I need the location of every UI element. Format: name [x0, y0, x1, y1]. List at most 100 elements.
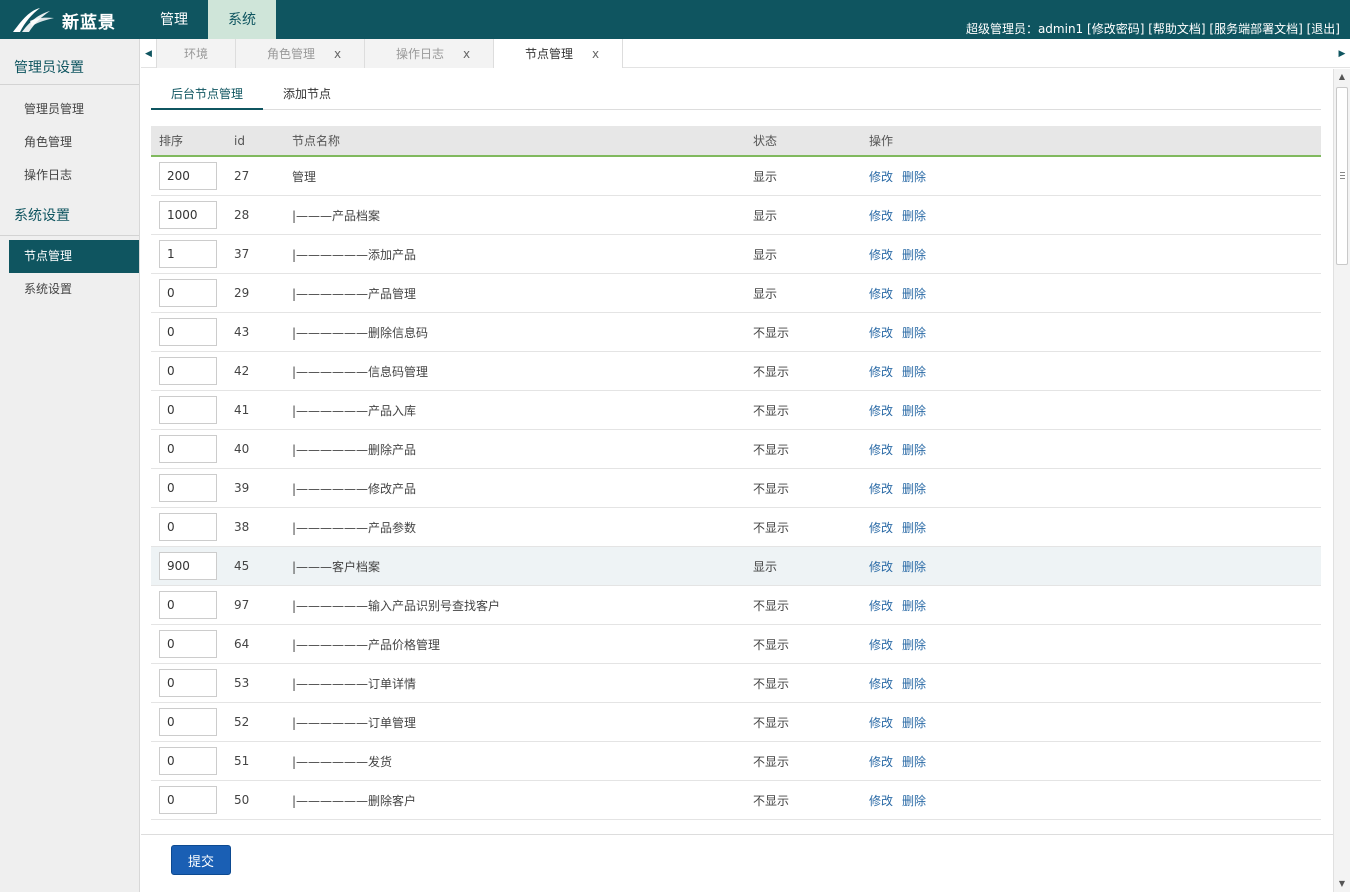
edit-link[interactable]: 修改	[869, 404, 893, 418]
edit-link[interactable]: 修改	[869, 482, 893, 496]
sort-order-input[interactable]	[159, 279, 217, 307]
sidebar-item-system-settings[interactable]: 系统设置	[0, 273, 139, 306]
actions-cell: 修改 删除	[861, 285, 1321, 302]
sort-cell	[151, 513, 226, 541]
sort-order-input[interactable]	[159, 162, 217, 190]
main-content: 后台节点管理 添加节点 排序 id 节点名称 状态 操作 27管理显示修改删除2…	[141, 69, 1333, 834]
sidebar-item-node-manage[interactable]: 节点管理	[9, 240, 139, 273]
delete-link[interactable]: 删除	[902, 599, 926, 613]
topnav-manage[interactable]: 管理	[140, 0, 208, 39]
sidebar-item-admin-manage[interactable]: 管理员管理	[0, 93, 139, 126]
table-row: 50 |——————删除客户 不显示 修改删除	[151, 781, 1321, 820]
sort-order-input[interactable]	[159, 786, 217, 814]
table-row: 40 |——————删除产品 不显示 修改删除	[151, 430, 1321, 469]
delete-link[interactable]: 删除	[902, 638, 926, 652]
delete-link[interactable]: 删除	[902, 482, 926, 496]
sort-order-input[interactable]	[159, 552, 217, 580]
delete-link[interactable]: 删除	[902, 170, 926, 184]
sort-order-input[interactable]	[159, 747, 217, 775]
edit-link[interactable]: 修改	[869, 287, 893, 301]
node-name-cell: |——————产品管理	[292, 286, 417, 301]
sort-cell	[151, 396, 226, 424]
vertical-scrollbar[interactable]: ▲ ▼	[1333, 69, 1350, 892]
edit-link[interactable]: 修改	[869, 677, 893, 691]
logout-link[interactable]: [退出]	[1307, 22, 1340, 36]
change-password-link[interactable]: [修改密码]	[1087, 22, 1144, 36]
sort-order-input[interactable]	[159, 396, 217, 424]
tab-close-icon[interactable]: x	[463, 47, 470, 61]
sort-cell	[151, 747, 226, 775]
delete-link[interactable]: 删除	[902, 365, 926, 379]
help-docs-link[interactable]: [帮助文档]	[1148, 22, 1205, 36]
table-row: 38 |——————产品参数 不显示 修改删除	[151, 508, 1321, 547]
edit-link[interactable]: 修改	[869, 248, 893, 262]
sort-order-input[interactable]	[159, 630, 217, 658]
delete-link[interactable]: 删除	[902, 521, 926, 535]
sidebar-item-operation-log[interactable]: 操作日志	[0, 159, 139, 192]
node-name-cell: |——————产品入库	[292, 403, 417, 418]
tab-node-manage[interactable]: 节点管理 x	[494, 39, 623, 68]
sort-order-input[interactable]	[159, 201, 217, 229]
delete-link[interactable]: 删除	[902, 404, 926, 418]
delete-link[interactable]: 删除	[902, 716, 926, 730]
tab-scroll-right-icon[interactable]: ▶	[1334, 39, 1350, 68]
delete-link[interactable]: 删除	[902, 326, 926, 340]
logo: 新蓝景	[10, 4, 140, 36]
actions-cell: 修改 删除	[861, 207, 1321, 224]
tab-close-icon[interactable]: x	[592, 47, 599, 61]
edit-link[interactable]: 修改	[869, 638, 893, 652]
edit-link[interactable]: 修改	[869, 365, 893, 379]
sort-order-input[interactable]	[159, 669, 217, 697]
scroll-thumb[interactable]	[1336, 87, 1348, 265]
sort-order-input[interactable]	[159, 357, 217, 385]
delete-link[interactable]: 删除	[902, 248, 926, 262]
tab-operation-log[interactable]: 操作日志 x	[365, 39, 494, 68]
sort-order-input[interactable]	[159, 240, 217, 268]
edit-link[interactable]: 修改	[869, 716, 893, 730]
sort-order-input[interactable]	[159, 318, 217, 346]
header-sort: 排序	[159, 134, 184, 148]
scroll-up-icon[interactable]: ▲	[1334, 69, 1350, 85]
sort-order-input[interactable]	[159, 435, 217, 463]
delete-link[interactable]: 删除	[902, 443, 926, 457]
edit-link[interactable]: 修改	[869, 794, 893, 808]
delete-link[interactable]: 删除	[902, 209, 926, 223]
sort-order-input[interactable]	[159, 708, 217, 736]
submit-button[interactable]: 提交	[171, 845, 231, 875]
tab-environment[interactable]: 环境	[157, 39, 236, 68]
sort-cell	[151, 279, 226, 307]
edit-link[interactable]: 修改	[869, 521, 893, 535]
delete-link[interactable]: 删除	[902, 287, 926, 301]
actions-cell: 修改 删除	[861, 597, 1321, 614]
id-cell: 45	[234, 559, 250, 573]
delete-link[interactable]: 删除	[902, 677, 926, 691]
tab-close-icon[interactable]: x	[334, 47, 341, 61]
sidebar-group-system-settings: 系统设置	[0, 196, 139, 236]
sidebar-item-role-manage[interactable]: 角色管理	[0, 126, 139, 159]
actions-cell: 修改 删除	[861, 792, 1321, 809]
tab-scroll-left-icon[interactable]: ◀	[141, 39, 157, 68]
subtab-backend-node-manage[interactable]: 后台节点管理	[151, 81, 264, 110]
edit-link[interactable]: 修改	[869, 209, 893, 223]
edit-link[interactable]: 修改	[869, 326, 893, 340]
scroll-down-icon[interactable]: ▼	[1334, 876, 1350, 892]
edit-link[interactable]: 修改	[869, 599, 893, 613]
delete-link[interactable]: 删除	[902, 560, 926, 574]
table-row: 37 |——————添加产品 显示 修改删除	[151, 235, 1321, 274]
topnav-system[interactable]: 系统	[208, 0, 276, 39]
edit-link[interactable]: 修改	[869, 755, 893, 769]
sort-order-input[interactable]	[159, 591, 217, 619]
sort-order-input[interactable]	[159, 513, 217, 541]
sort-order-input[interactable]	[159, 474, 217, 502]
edit-link[interactable]: 修改	[869, 560, 893, 574]
edit-link[interactable]: 修改	[869, 170, 893, 184]
table-row: 43 |——————删除信息码 不显示 修改删除	[151, 313, 1321, 352]
tab-role-manage[interactable]: 角色管理 x	[236, 39, 365, 68]
server-deploy-docs-link[interactable]: [服务端部署文档]	[1209, 22, 1302, 36]
delete-link[interactable]: 删除	[902, 794, 926, 808]
delete-link[interactable]: 删除	[902, 755, 926, 769]
id-cell: 64	[234, 637, 250, 651]
subtab-add-node[interactable]: 添加节点	[263, 81, 351, 110]
node-name-cell: |——————删除产品	[292, 442, 417, 457]
edit-link[interactable]: 修改	[869, 443, 893, 457]
